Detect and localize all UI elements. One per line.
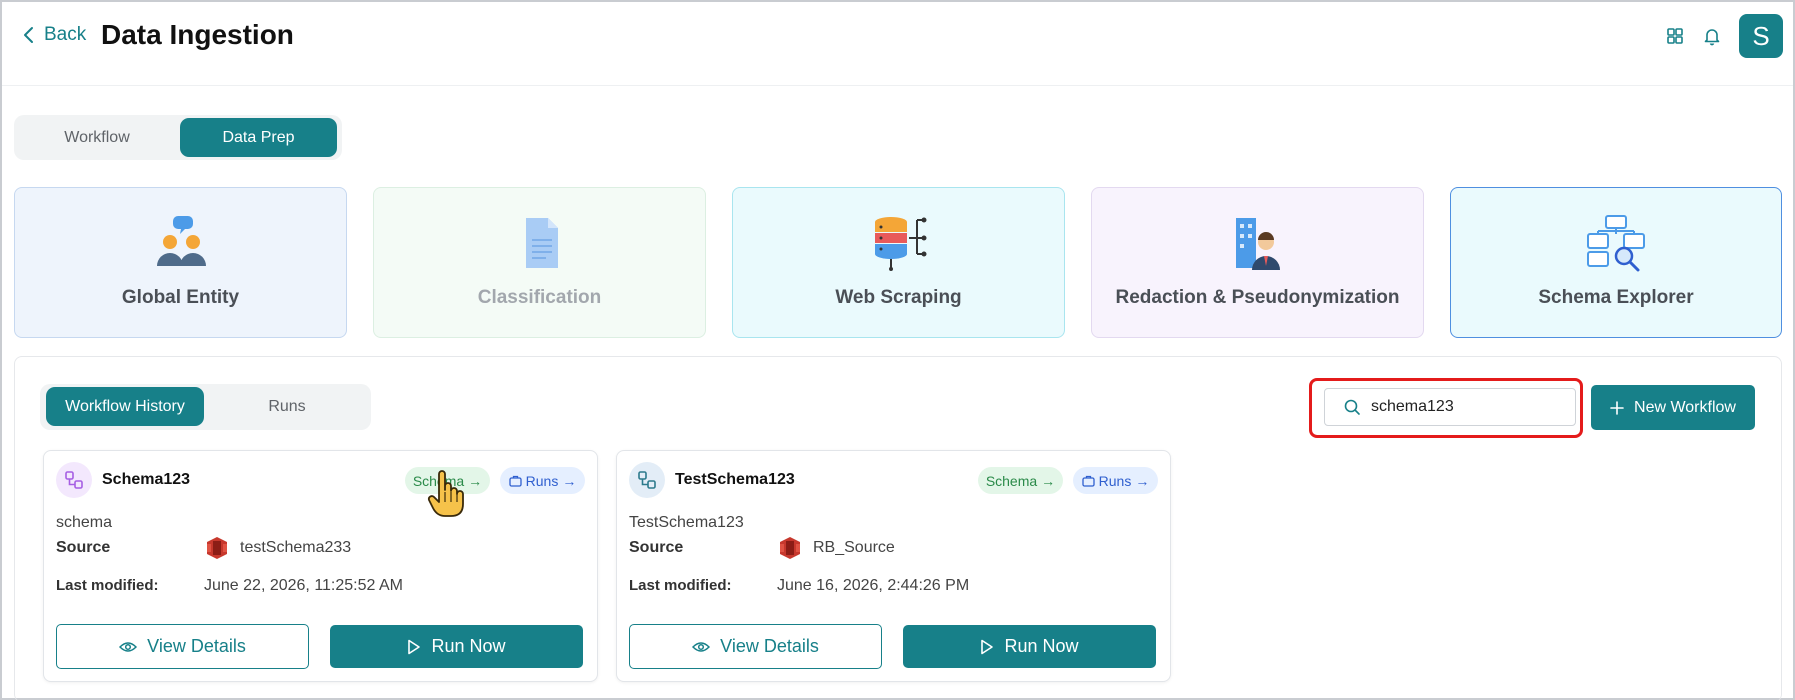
card-schema-explorer[interactable]: Schema Explorer (1450, 187, 1782, 338)
hand-cursor-icon (427, 470, 464, 517)
bell-icon[interactable] (1702, 26, 1722, 46)
briefcase-icon (509, 475, 522, 487)
play-icon (981, 639, 994, 654)
aws-s3-icon (780, 537, 800, 559)
back-label: Back (44, 24, 87, 45)
card-label: Classification (477, 287, 602, 308)
workflow-name: TestSchema123 (675, 471, 795, 488)
play-icon (408, 639, 421, 654)
card-label: Schema Explorer (1538, 287, 1694, 308)
modified-value: June 22, 2026, 11:25:52 AM (204, 577, 403, 594)
plus-icon (1610, 400, 1624, 415)
modified-value: June 16, 2026, 2:44:26 PM (777, 577, 970, 594)
new-workflow-label: New Workflow (1634, 398, 1736, 416)
view-details-button[interactable]: View Details (56, 624, 309, 669)
grid-icon[interactable] (1665, 26, 1685, 46)
source-value: RB_Source (777, 535, 895, 561)
aws-s3-icon (207, 537, 227, 559)
card-label: Redaction & Pseudonymization (1115, 287, 1400, 308)
source-name: testSchema233 (240, 539, 352, 556)
workflow-type: TestSchema123 (629, 514, 744, 531)
view-details-label: View Details (147, 636, 246, 656)
workflow-icon (65, 471, 83, 489)
source-name: RB_Source (813, 539, 895, 556)
arrow-right-icon: → (468, 472, 483, 489)
run-now-label: Run Now (1004, 636, 1079, 656)
tab-data-prep[interactable]: Data Prep (180, 118, 337, 157)
runs-pill-label: Runs (525, 472, 559, 489)
document-icon (525, 218, 558, 268)
person-building-icon (1235, 218, 1280, 270)
source-label: Source (629, 539, 684, 556)
card-classification[interactable]: Classification (373, 187, 706, 338)
avatar[interactable]: S (1739, 14, 1783, 58)
search-input[interactable] (1371, 398, 1571, 416)
run-now-button[interactable]: Run Now (903, 625, 1156, 668)
search-icon (1344, 399, 1360, 415)
source-label: Source (56, 539, 111, 556)
workflow-icon-wrap (56, 462, 92, 498)
run-now-button[interactable]: Run Now (330, 625, 583, 668)
chevron-left-icon (24, 27, 33, 43)
tab-workflow[interactable]: Workflow (17, 118, 177, 157)
workflow-name: Schema123 (102, 471, 191, 488)
card-label: Global Entity (121, 287, 240, 308)
tab-workflow-history[interactable]: Workflow History (46, 387, 204, 426)
card-web-scraping[interactable]: Web Scraping (732, 187, 1065, 338)
history-tabs: Workflow History Runs (40, 384, 371, 430)
workflow-icon (638, 471, 656, 489)
tab-runs[interactable]: Runs (206, 387, 368, 426)
modified-label: Last modified: (56, 577, 159, 594)
schema-search-icon (1587, 215, 1645, 272)
workflow-card: TestSchema123 Schema → Runs → TestSchema… (616, 450, 1171, 682)
page-title: Data Ingestion (101, 19, 294, 50)
workflow-type: schema (56, 514, 113, 531)
briefcase-icon (1082, 475, 1095, 487)
workflow-card: Schema123 Schema → Runs → schema Source … (43, 450, 598, 682)
eye-icon (119, 641, 138, 652)
back-button[interactable]: Back (22, 24, 86, 46)
runs-pill[interactable]: Runs → (1073, 467, 1158, 494)
new-workflow-button[interactable]: New Workflow (1591, 385, 1755, 430)
view-details-button[interactable]: View Details (629, 624, 882, 669)
page-header: Back Data Ingestion S (2, 2, 1793, 86)
search-field[interactable] (1324, 388, 1576, 426)
modified-label: Last modified: (629, 577, 732, 594)
schema-pill-label: Schema (985, 472, 1038, 489)
runs-pill-label: Runs (1098, 472, 1132, 489)
runs-pill[interactable]: Runs → (500, 467, 585, 494)
card-redaction[interactable]: Redaction & Pseudonymization (1091, 187, 1424, 338)
card-label: Web Scraping (835, 287, 962, 308)
mode-tabs: Workflow Data Prep (14, 115, 342, 160)
source-value: testSchema233 (204, 535, 351, 561)
people-chat-icon (156, 216, 206, 266)
view-details-label: View Details (720, 636, 819, 656)
arrow-right-icon: → (1135, 472, 1150, 489)
card-global-entity[interactable]: Global Entity (14, 187, 347, 338)
database-network-icon (874, 217, 926, 271)
eye-icon (692, 641, 711, 652)
run-now-label: Run Now (431, 636, 506, 656)
arrow-right-icon: → (1041, 472, 1056, 489)
workflow-icon-wrap (629, 462, 665, 498)
arrow-right-icon: → (562, 472, 577, 489)
schema-pill[interactable]: Schema → (978, 467, 1063, 494)
